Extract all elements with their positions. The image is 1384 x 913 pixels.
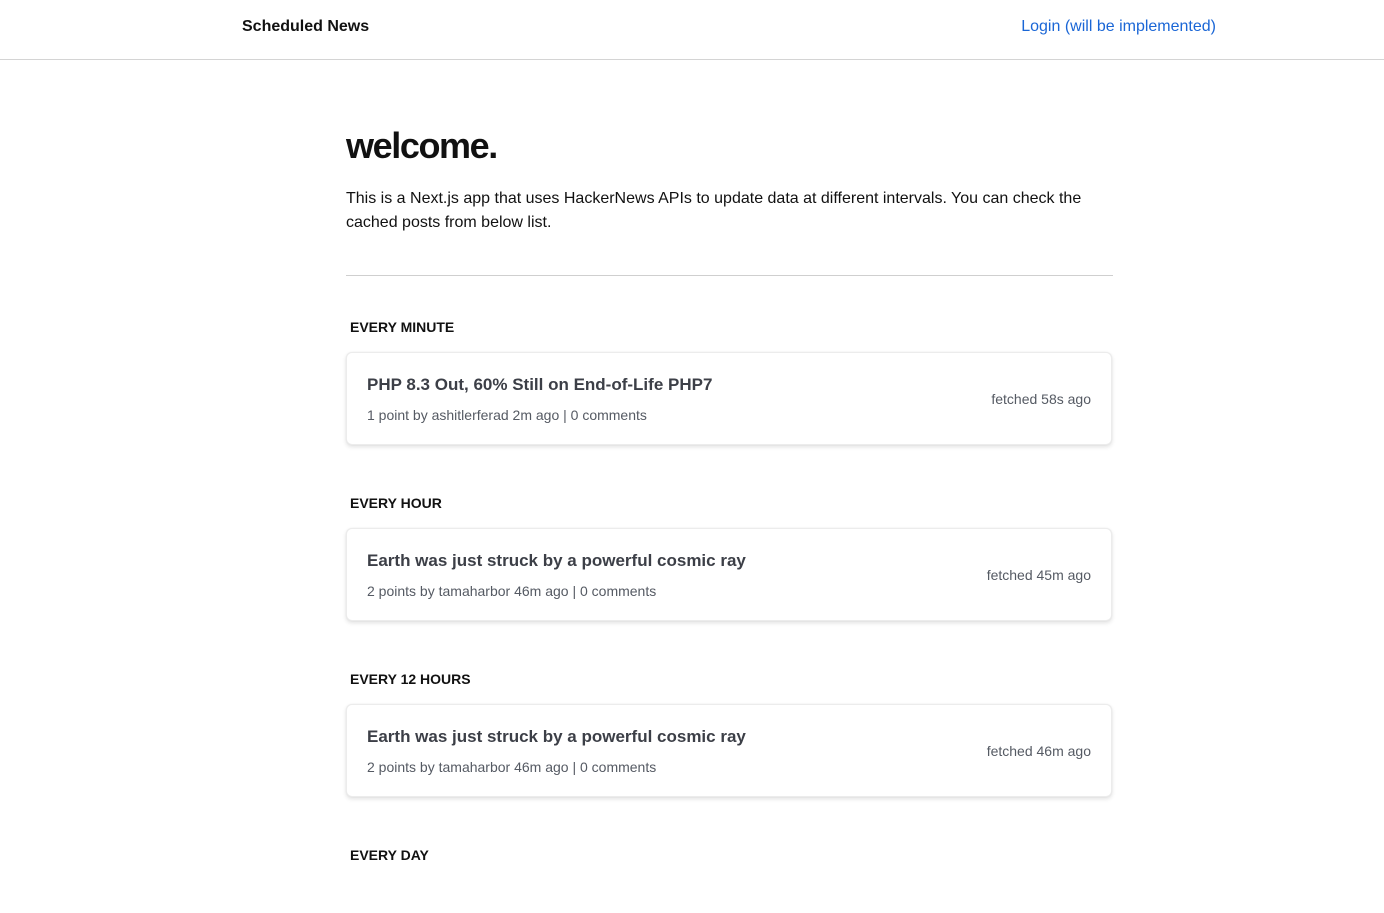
post-meta: 1 point by ashitlerferad 2m ago | 0 comm… — [367, 407, 647, 423]
login-link[interactable]: Login (will be implemented) — [1021, 18, 1216, 36]
post-title-link[interactable]: Earth was just struck by a powerful cosm… — [367, 727, 746, 747]
post-card[interactable]: Earth was just struck by a powerful cosm… — [346, 528, 1112, 621]
section-title: EVERY HOUR — [350, 495, 442, 511]
fetched-time: fetched 58s ago — [991, 391, 1091, 407]
section-every-day: EVERY DAY — [346, 845, 1113, 865]
post-meta: 2 points by tamaharbor 46m ago | 0 comme… — [367, 583, 657, 599]
main-content: welcome. This is a Next.js app that uses… — [346, 61, 1113, 865]
fetched-time: fetched 45m ago — [986, 567, 1091, 583]
post-title-link[interactable]: Earth was just struck by a powerful cosm… — [367, 551, 746, 571]
top-navigation: Scheduled News Login (will be implemente… — [0, 0, 1384, 60]
post-meta: 2 points by tamaharbor 46m ago | 0 comme… — [367, 759, 657, 775]
section-every-12-hours: EVERY 12 HOURS Earth was just struck by … — [346, 669, 1113, 797]
section-title: EVERY 12 HOURS — [350, 671, 471, 687]
post-title-link[interactable]: PHP 8.3 Out, 60% Still on End-of-Life PH… — [367, 375, 712, 395]
section-title: EVERY DAY — [350, 847, 429, 863]
page-title: welcome. — [346, 125, 498, 166]
fetched-time: fetched 46m ago — [986, 743, 1091, 759]
post-card[interactable]: PHP 8.3 Out, 60% Still on End-of-Life PH… — [346, 352, 1112, 445]
intro-text: This is a Next.js app that uses HackerNe… — [346, 190, 1082, 231]
section-every-hour: EVERY HOUR Earth was just struck by a po… — [346, 493, 1113, 621]
section-every-minute: EVERY MINUTE PHP 8.3 Out, 60% Still on E… — [346, 317, 1113, 445]
section-title: EVERY MINUTE — [350, 319, 455, 335]
brand-link[interactable]: Scheduled News — [242, 18, 369, 36]
post-card[interactable]: Earth was just struck by a powerful cosm… — [346, 704, 1112, 797]
divider — [346, 275, 1113, 276]
